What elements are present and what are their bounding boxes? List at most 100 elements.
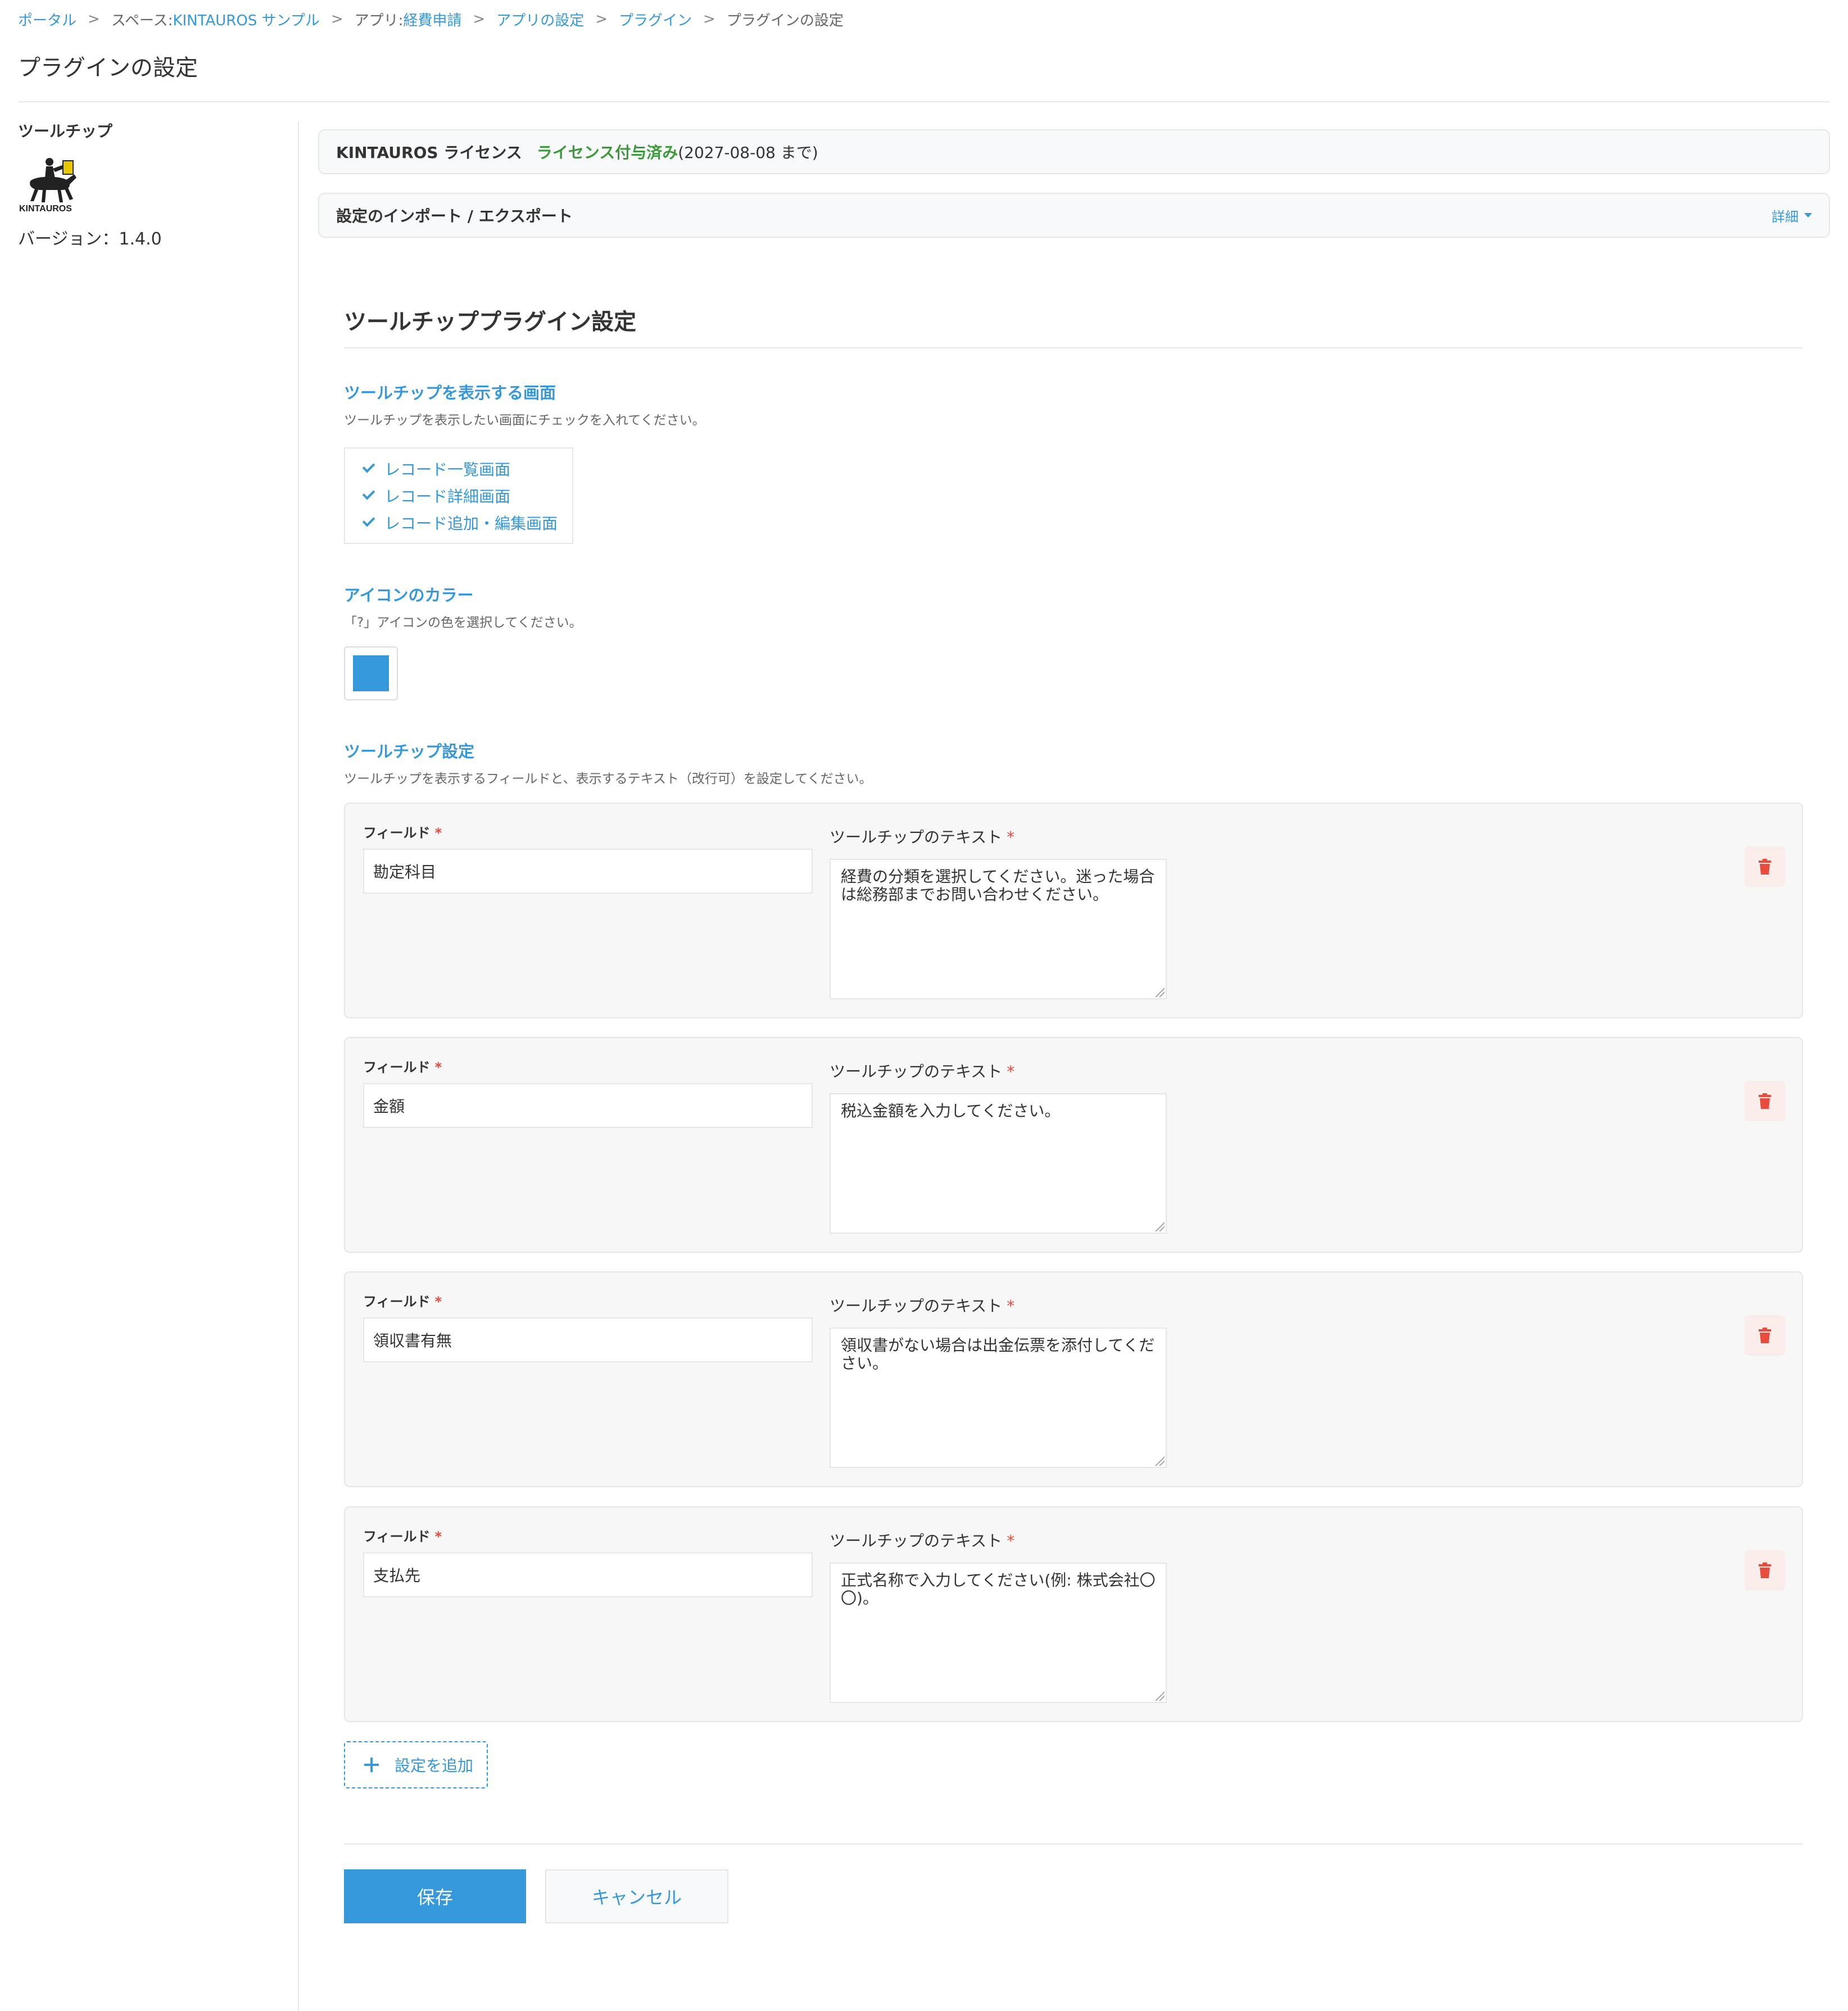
checkbox-label: レコード一覧画面 — [384, 460, 511, 479]
color-picker[interactable] — [344, 646, 398, 700]
checkbox-record-list[interactable]: レコード一覧画面 — [362, 455, 572, 482]
field-label: フィールド * — [363, 1529, 442, 1545]
license-expiry: (2027-08-08 まで) — [678, 143, 818, 162]
sidebar-divider — [298, 121, 299, 2011]
tooltip-text-input[interactable]: 領収書がない場合は出金伝票を添付してください。 — [830, 1328, 1167, 1468]
resize-handle-icon[interactable] — [1154, 1691, 1165, 1701]
resize-handle-icon[interactable] — [1154, 1221, 1165, 1231]
divider — [18, 101, 1830, 102]
required-mark: * — [1007, 828, 1015, 846]
field-label: フィールド * — [363, 1059, 442, 1075]
save-button[interactable]: 保存 — [344, 1869, 526, 1923]
required-mark: * — [1007, 1297, 1015, 1315]
tooltip-setting-row: フィールド * 金額 ツールチップのテキスト * 税込金額を入力してください。 — [344, 1037, 1803, 1253]
field-select[interactable]: 領収書有無 — [363, 1317, 813, 1362]
caret-down-icon — [1804, 213, 1812, 218]
breadcrumb-separator: > — [473, 11, 486, 28]
settings-title: ツールチッププラグイン設定 — [344, 309, 636, 335]
screens-section-description: ツールチップを表示したい画面にチェックを入れてください。 — [344, 413, 705, 428]
icon-color-section-title: アイコンのカラー — [344, 586, 474, 605]
breadcrumb-app-prefix: アプリ: — [354, 12, 404, 29]
checkbox-label: レコード詳細画面 — [384, 487, 511, 506]
breadcrumb-separator: > — [595, 11, 608, 28]
required-mark: * — [1007, 1062, 1015, 1081]
check-icon — [362, 460, 375, 473]
tooltip-setting-row: フィールド * 勘定科目 ツールチップのテキスト * 経費の分類を選択してください。… — [344, 803, 1803, 1018]
tooltip-text-label: ツールチップのテキスト * — [830, 1062, 1015, 1081]
breadcrumb-plugins[interactable]: プラグイン — [619, 9, 692, 30]
add-setting-label: 設定を追加 — [395, 1756, 474, 1775]
breadcrumb-current: プラグインの設定 — [726, 12, 844, 29]
cancel-button[interactable]: キャンセル — [545, 1869, 728, 1923]
tooltip-setting-row: フィールド * 領収書有無 ツールチップのテキスト * 領収書がない場合は出金伝票を… — [344, 1271, 1803, 1487]
icon-color-section-description: 「?」アイコンの色を選択してください。 — [344, 615, 582, 630]
page-title: プラグインの設定 — [18, 55, 198, 81]
tooltip-text-input[interactable]: 正式名称で入力してください(例: 株式会社〇〇)。 — [830, 1562, 1167, 1703]
check-icon — [362, 487, 375, 500]
checkbox-record-edit[interactable]: レコード追加・編集画面 — [362, 509, 572, 536]
breadcrumb-separator: > — [88, 11, 100, 28]
breadcrumb-app-settings[interactable]: アプリの設定 — [496, 9, 584, 30]
field-label: フィールド * — [363, 1294, 442, 1310]
tooltips-section-title: ツールチップ設定 — [344, 742, 475, 761]
delete-button[interactable] — [1745, 1550, 1785, 1591]
field-label: フィールド * — [363, 825, 442, 841]
breadcrumb-app[interactable]: 経費申請 — [403, 9, 461, 30]
resize-handle-icon[interactable] — [1154, 1456, 1165, 1466]
plugin-settings-page: ポータル > スペース: KINTAUROS サンプル > アプリ: 経費申請 … — [0, 0, 1848, 2011]
required-mark: * — [434, 1529, 442, 1545]
license-label: KINTAUROS ライセンス — [336, 143, 522, 162]
trash-icon — [1759, 859, 1771, 875]
breadcrumb-separator: > — [330, 11, 343, 28]
required-mark: * — [1007, 1532, 1015, 1550]
check-icon — [362, 514, 375, 527]
tooltip-text-value: 経費の分類を選択してください。迷った場合は総務部までお問い合わせください。 — [841, 867, 1155, 904]
field-select[interactable]: 勘定科目 — [363, 849, 813, 894]
required-mark: * — [434, 825, 442, 841]
field-select[interactable]: 金額 — [363, 1083, 813, 1128]
tooltip-text-label: ツールチップのテキスト * — [830, 1297, 1015, 1315]
breadcrumb-portal[interactable]: ポータル — [18, 9, 76, 30]
plugin-name: ツールチップ — [18, 122, 113, 141]
tooltip-text-value: 領収書がない場合は出金伝票を添付してください。 — [841, 1336, 1155, 1373]
tooltip-text-label: ツールチップのテキスト * — [830, 828, 1015, 846]
resize-handle-icon[interactable] — [1154, 987, 1165, 997]
import-export-title: 設定のインポート / エクスポート — [336, 207, 573, 225]
field-select[interactable]: 支払先 — [363, 1552, 813, 1597]
license-panel: KINTAUROS ライセンス ライセンス付与済み (2027-08-08 まで… — [318, 129, 1830, 174]
divider — [344, 1844, 1803, 1845]
kintauros-logo: KINTAUROS — [18, 155, 83, 214]
breadcrumb-separator: > — [703, 11, 715, 28]
tooltips-section-description: ツールチップを表示するフィールドと、表示するテキスト（改行可）を設定してください… — [344, 772, 872, 786]
color-swatch — [353, 655, 389, 691]
delete-button[interactable] — [1745, 846, 1785, 887]
screens-section-title: ツールチップを表示する画面 — [344, 383, 556, 402]
screen-checklist: レコード一覧画面 レコード詳細画面 レコード追加・編集画面 — [344, 447, 573, 544]
divider — [344, 347, 1803, 348]
tooltip-text-input[interactable]: 税込金額を入力してください。 — [830, 1093, 1167, 1234]
delete-button[interactable] — [1745, 1315, 1785, 1356]
checkbox-label: レコード追加・編集画面 — [384, 514, 558, 533]
breadcrumb-space[interactable]: KINTAUROS サンプル — [173, 9, 319, 30]
import-export-panel[interactable]: 設定のインポート / エクスポート 詳細 — [318, 193, 1830, 238]
breadcrumb-space-prefix: スペース: — [111, 12, 173, 29]
tooltip-text-value: 税込金額を入力してください。 — [841, 1102, 1061, 1120]
detail-toggle[interactable]: 詳細 — [1772, 206, 1812, 225]
license-status: ライセンス付与済み — [536, 143, 678, 162]
detail-label: 詳細 — [1772, 209, 1799, 225]
tooltip-setting-row: フィールド * 支払先 ツールチップのテキスト * 正式名称で入力してください(例:… — [344, 1506, 1803, 1722]
trash-icon — [1759, 1562, 1771, 1578]
breadcrumb: ポータル > スペース: KINTAUROS サンプル > アプリ: 経費申請 … — [18, 7, 844, 31]
plus-icon — [364, 1758, 379, 1772]
delete-button[interactable] — [1745, 1081, 1785, 1121]
tooltip-text-input[interactable]: 経費の分類を選択してください。迷った場合は総務部までお問い合わせください。 — [830, 859, 1167, 999]
tooltip-text-label: ツールチップのテキスト * — [830, 1532, 1015, 1550]
required-mark: * — [434, 1294, 442, 1310]
tooltip-text-value: 正式名称で入力してください(例: 株式会社〇〇)。 — [841, 1571, 1156, 1607]
required-mark: * — [434, 1059, 442, 1075]
plugin-version: バージョン：1.4.0 — [18, 229, 162, 249]
trash-icon — [1759, 1328, 1771, 1343]
checkbox-record-detail[interactable]: レコード詳細画面 — [362, 482, 572, 509]
add-setting-button[interactable]: 設定を追加 — [344, 1741, 488, 1788]
logo-text: KINTAUROS — [19, 204, 72, 212]
